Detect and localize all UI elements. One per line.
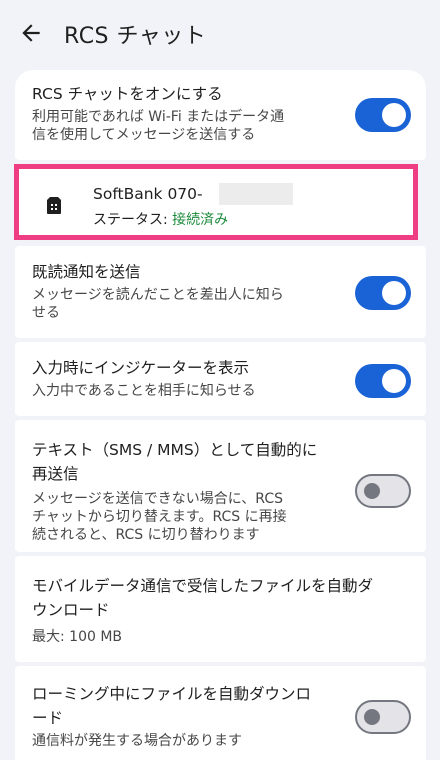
rcs-toggle-switch[interactable] [355,98,411,132]
resend-sms-subtitle-3: 続されると、RCS に切り替わります [32,527,260,543]
toggle-knob [382,281,406,305]
read-receipts-row[interactable]: 既読通知を送信 メッセージを読んだことを差出人に知ら せる [15,246,426,338]
roaming-download-subtitle: 通信料が発生する場合があります [32,733,242,749]
sim-status-value: 接続済み [172,212,229,228]
resend-sms-title-2: 再送信 [32,465,79,483]
back-arrow-icon[interactable] [18,20,44,46]
rcs-toggle-title: RCS チャットをオンにする [32,85,223,103]
toggle-knob [364,483,380,499]
roaming-download-row[interactable]: ローミング中にファイルを自動ダウンロ ード 通信料が発生する場合があります [15,666,426,760]
read-receipts-subtitle-1: メッセージを読んだことを差出人に知ら [32,287,284,303]
toggle-knob [382,103,406,127]
roaming-download-title-1: ローミング中にファイルを自動ダウンロ [32,685,312,703]
read-receipts-switch[interactable] [355,276,411,310]
rcs-toggle-row[interactable]: RCS チャットをオンにする 利用可能であれば Wi-Fi またはデータ通 信を… [15,70,426,160]
toggle-knob [382,369,406,393]
roaming-download-switch[interactable] [355,700,411,734]
auto-download-mobile-row[interactable]: モバイルデータ通信で受信したファイルを自動ダ ウンロード 最大: 100 MB [15,556,426,662]
resend-sms-subtitle-1: メッセージを送信できない場合に、RCS [32,491,283,507]
typing-indicator-switch[interactable] [355,364,411,398]
toggle-knob [364,709,380,725]
resend-sms-switch[interactable] [355,474,411,508]
auto-download-mobile-title-1: モバイルデータ通信で受信したファイルを自動ダ [32,577,374,595]
typing-indicator-subtitle: 入力中であることを相手に知らせる [32,383,256,399]
typing-indicator-title: 入力時にインジケーターを表示 [32,359,250,377]
read-receipts-title: 既読通知を送信 [32,263,141,281]
sim-carrier-name: SoftBank 070- [93,185,203,203]
resend-sms-title-1: テキスト（SMS / MMS）として自動的に [32,441,318,459]
sim-status-row[interactable]: SoftBank 070- ステータス: 接続済み [14,164,418,240]
sim-card-icon [47,197,61,214]
auto-download-mobile-subtitle: 最大: 100 MB [32,629,123,645]
auto-download-mobile-title-2: ウンロード [32,601,110,619]
app-bar: RCS チャット [0,0,440,62]
page-title: RCS チャット [64,24,207,49]
phone-number-redaction [219,183,293,205]
resend-sms-row[interactable]: テキスト（SMS / MMS）として自動的に 再送信 メッセージを送信できない場… [15,420,426,552]
typing-indicator-row[interactable]: 入力時にインジケーターを表示 入力中であることを相手に知らせる [15,342,426,416]
sim-status: ステータス: 接続済み [93,209,228,229]
rcs-toggle-subtitle-1: 利用可能であれば Wi-Fi またはデータ通 [32,109,285,125]
rcs-toggle-subtitle-2: 信を使用してメッセージを送信する [32,127,256,143]
roaming-download-title-2: ード [32,709,64,727]
resend-sms-subtitle-2: チャットから切り替えます。RCS に再接 [32,509,287,525]
read-receipts-subtitle-2: せる [32,305,60,321]
sim-status-label: ステータス: [93,212,173,228]
